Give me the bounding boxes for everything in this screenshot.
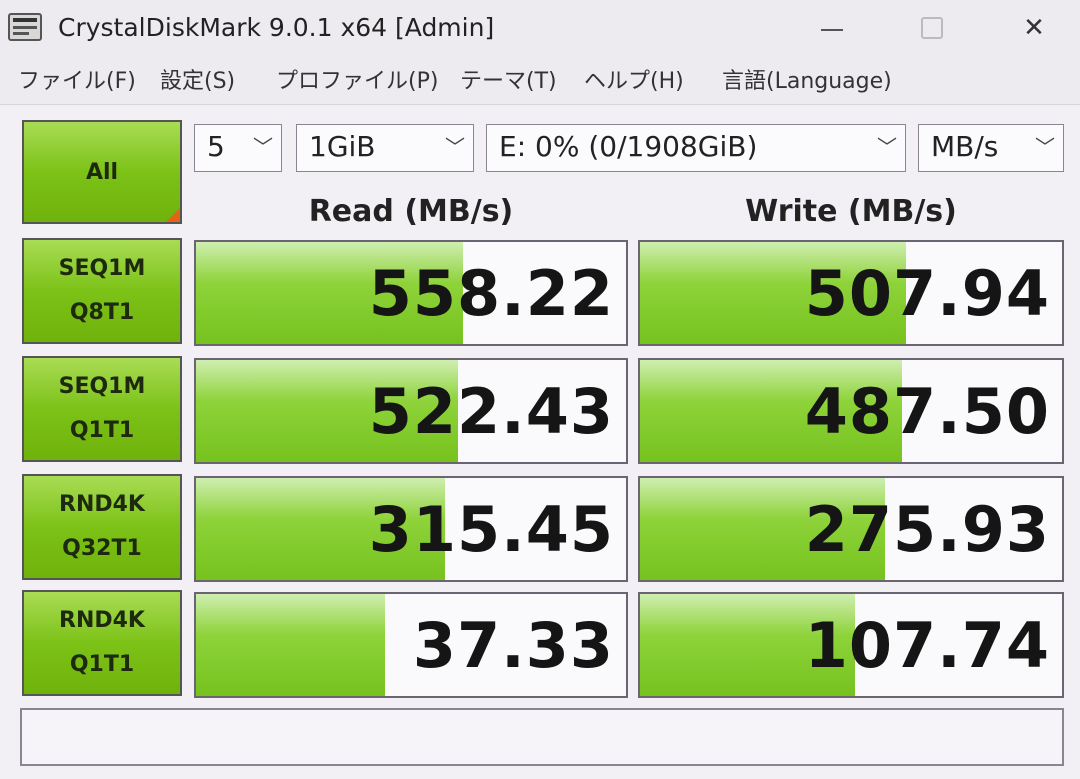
menu-file[interactable]: ファイル(F)	[18, 64, 136, 100]
test-size-select[interactable]: 1GiB ﹀	[296, 124, 474, 172]
read-header: Read (MB/s)	[308, 194, 514, 229]
menu-profile[interactable]: プロファイル(P)	[276, 64, 438, 100]
minimize-button[interactable]	[804, 8, 860, 48]
test-name: SEQ1M	[58, 256, 146, 281]
chevron-down-icon: ﹀	[253, 135, 273, 159]
chevron-down-icon: ﹀	[445, 135, 465, 159]
chevron-down-icon: ﹀	[1035, 135, 1055, 159]
test-name: RND4K	[59, 608, 145, 633]
unit-select[interactable]: MB/s ﹀	[918, 124, 1064, 172]
read-value: 522.43	[368, 374, 614, 448]
test-name: RND4K	[59, 492, 145, 517]
test-params: Q1T1	[69, 418, 135, 443]
write-header: Write (MB/s)	[745, 194, 957, 229]
menu-bar: ファイル(F) 設定(S) プロファイル(P) テーマ(T) ヘルプ(H) 言語…	[0, 60, 1080, 105]
unit-value: MB/s	[931, 130, 999, 163]
read-progress-bar	[196, 594, 386, 696]
test-size-value: 1GiB	[309, 130, 376, 163]
menu-help[interactable]: ヘルプ(H)	[584, 64, 684, 100]
read-value: 37.33	[412, 608, 614, 682]
corner-marker	[166, 208, 180, 222]
write-result-cell: 275.93	[638, 476, 1064, 582]
window-title: CrystalDiskMark 9.0.1 x64 [Admin]	[58, 13, 495, 42]
test-button-seq1m-q8t1[interactable]: SEQ1M Q8T1	[22, 238, 182, 344]
test-button-rnd4k-q32t1[interactable]: RND4K Q32T1	[22, 474, 182, 580]
close-icon: ✕	[1023, 13, 1045, 43]
write-value: 507.94	[804, 256, 1050, 330]
test-params: Q8T1	[69, 300, 135, 325]
menu-language[interactable]: 言語(Language)	[722, 64, 892, 100]
write-result-cell: 107.74	[638, 592, 1064, 698]
run-all-label: All	[85, 159, 119, 185]
test-params: Q1T1	[69, 652, 135, 677]
test-count-value: 5	[207, 130, 225, 163]
write-value: 107.74	[804, 608, 1050, 682]
write-value: 487.50	[804, 374, 1050, 448]
chevron-down-icon: ﹀	[877, 135, 897, 159]
title-bar: CrystalDiskMark 9.0.1 x64 [Admin] ✕	[0, 0, 1080, 60]
read-result-cell: 37.33	[194, 592, 628, 698]
drive-select[interactable]: E: 0% (0/1908GiB) ﹀	[486, 124, 906, 172]
drive-value: E: 0% (0/1908GiB)	[499, 130, 758, 163]
menu-settings[interactable]: 設定(S)	[160, 64, 235, 100]
write-result-cell: 487.50	[638, 358, 1064, 464]
test-count-select[interactable]: 5 ﹀	[194, 124, 282, 172]
run-all-button[interactable]: All	[22, 120, 182, 224]
read-result-cell: 522.43	[194, 358, 628, 464]
read-value: 315.45	[368, 492, 614, 566]
read-value: 558.22	[368, 256, 614, 330]
test-params: Q32T1	[62, 536, 142, 561]
comment-input[interactable]	[20, 708, 1064, 766]
maximize-button[interactable]	[904, 8, 960, 48]
read-result-cell: 558.22	[194, 240, 628, 346]
read-result-cell: 315.45	[194, 476, 628, 582]
test-button-rnd4k-q1t1[interactable]: RND4K Q1T1	[22, 590, 182, 696]
test-name: SEQ1M	[58, 374, 146, 399]
maximize-icon	[921, 17, 943, 39]
close-button[interactable]: ✕	[1006, 8, 1062, 48]
menu-theme[interactable]: テーマ(T)	[460, 64, 557, 100]
write-result-cell: 507.94	[638, 240, 1064, 346]
test-button-seq1m-q1t1[interactable]: SEQ1M Q1T1	[22, 356, 182, 462]
app-icon	[8, 12, 42, 42]
minimize-icon	[821, 29, 843, 31]
write-value: 275.93	[804, 492, 1050, 566]
